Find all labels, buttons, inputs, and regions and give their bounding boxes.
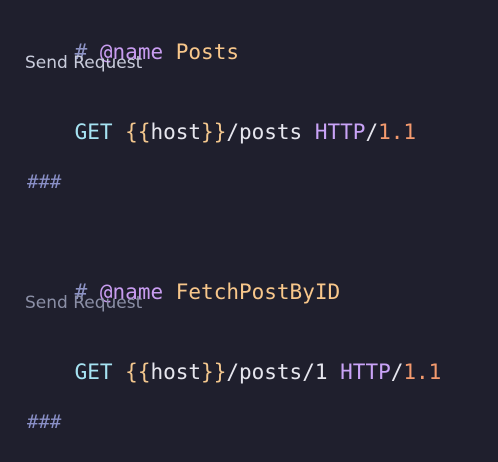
template-variable: host xyxy=(150,360,202,384)
template-brace-open: {{ xyxy=(125,360,151,384)
template-brace-close: }} xyxy=(201,360,227,384)
http-request-editor[interactable]: # @name Posts Send Request GET {{host}}/… xyxy=(0,0,498,462)
template-variable: host xyxy=(150,120,202,144)
request-line: GET {{host}}/posts/1 HTTP/1.1 xyxy=(24,327,442,384)
http-method: GET xyxy=(74,120,113,144)
request-line: GET {{host}}/posts HTTP/1.1 xyxy=(24,87,416,144)
request-name: Posts xyxy=(175,40,239,64)
request-name-comment: # @name FetchPostByID xyxy=(24,247,341,304)
http-protocol: HTTP xyxy=(314,120,366,144)
request-path: /posts xyxy=(226,120,303,144)
http-method: GET xyxy=(74,360,113,384)
http-version: 1.1 xyxy=(378,120,417,144)
send-request-button[interactable]: Send Request xyxy=(25,292,142,314)
template-brace-close: }} xyxy=(201,120,227,144)
request-name: FetchPostByID xyxy=(175,280,341,304)
request-path: /posts/1 xyxy=(226,360,328,384)
protocol-slash: / xyxy=(390,360,404,384)
template-brace-open: {{ xyxy=(125,120,151,144)
request-name-comment: # @name Posts xyxy=(24,7,239,64)
request-separator: ### xyxy=(27,171,62,193)
http-protocol: HTTP xyxy=(340,360,391,384)
request-separator: ### xyxy=(27,411,62,433)
send-request-button[interactable]: Send Request xyxy=(25,52,142,74)
protocol-slash: / xyxy=(365,120,379,144)
http-version: 1.1 xyxy=(403,360,442,384)
